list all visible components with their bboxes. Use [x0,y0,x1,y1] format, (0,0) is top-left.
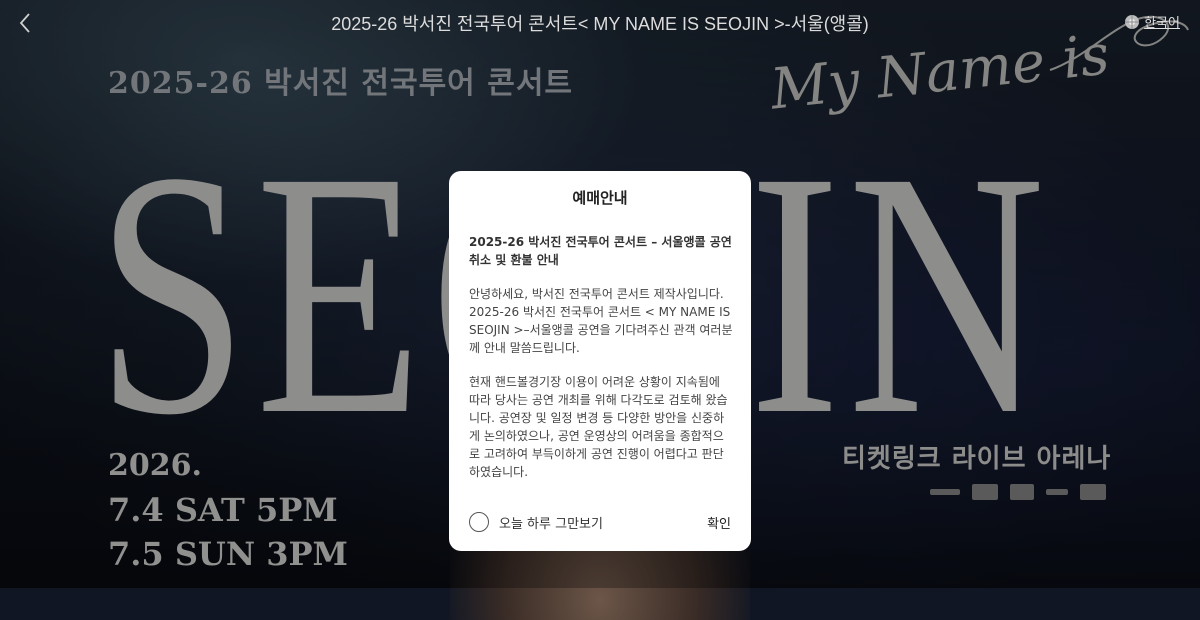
top-bar: 2025-26 박서진 전국투어 콘서트< MY NAME IS SEOJIN … [0,0,1200,46]
booking-notice-modal: 예매안내 2025-26 박서진 전국투어 콘서트 – 서울앵콜 공연 취소 및… [449,171,751,551]
notice-paragraph-1: 안녕하세요, 박서진 전국투어 콘서트 제작사입니다. 2025-26 박서진 … [469,287,733,355]
language-selector[interactable]: 한국어 [1124,12,1180,31]
modal-body[interactable]: 2025-26 박서진 전국투어 콘서트 – 서울앵콜 공연 취소 및 환불 안… [469,233,733,483]
notice-heading: 2025-26 박서진 전국투어 콘서트 – 서울앵콜 공연 취소 및 환불 안… [469,235,732,267]
notice-paragraph-2: 현재 핸드볼경기장 이용이 어려운 상황이 지속됨에 따라 당사는 공연 개최를… [469,375,728,479]
language-label: 한국어 [1144,16,1180,31]
page-title: 2025-26 박서진 전국투어 콘서트< MY NAME IS SEOJIN … [331,14,869,34]
dont-show-today-label[interactable]: 오늘 하루 그만보기 [499,513,603,532]
modal-title: 예매안내 [572,189,628,207]
confirm-button[interactable]: 확인 [707,513,731,532]
globe-icon [1125,14,1140,29]
modal-footer: 오늘 하루 그만보기 확인 [469,509,731,535]
dont-show-today-checkbox[interactable]: 오늘 하루 그만보기 [469,512,603,532]
checkbox-circle-icon[interactable] [469,512,489,532]
